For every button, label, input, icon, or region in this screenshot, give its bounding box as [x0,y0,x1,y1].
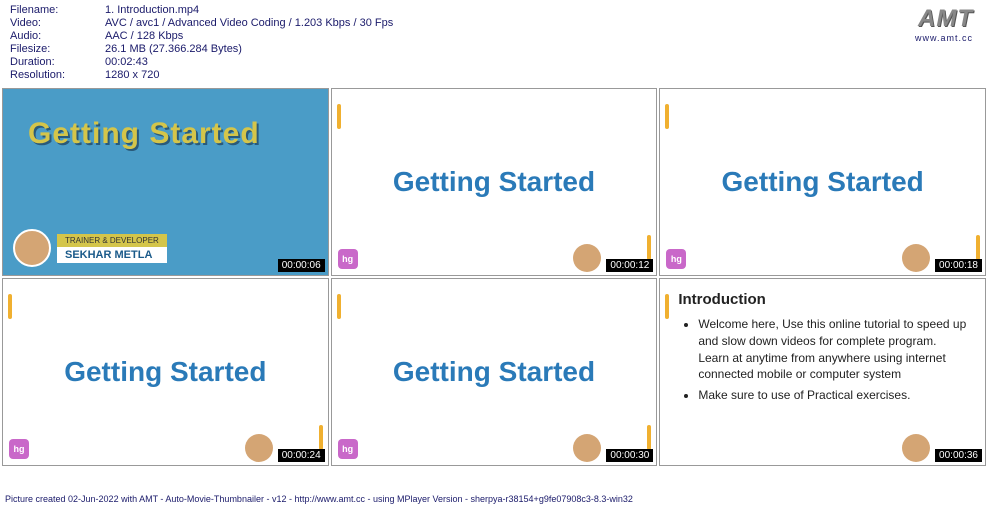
accent-icon [665,104,669,129]
avatar-icon [902,434,930,462]
thumbnail-grid: Getting Started TRAINER & DEVELOPER SEKH… [0,86,988,468]
accent-icon [8,294,12,319]
audio-label: Audio: [10,30,105,42]
accent-icon [319,425,323,450]
thumbnail-5: Getting Started hg 00:00:30 [331,278,658,466]
slide-title: Getting Started [393,356,595,388]
logo-text: AMT [915,5,973,33]
timestamp-badge: 00:00:36 [935,449,982,462]
accent-icon [976,235,980,260]
video-label: Video: [10,17,105,29]
duration-label: Duration: [10,56,105,68]
avatar-icon [13,229,51,267]
intro-content: Introduction Welcome here, Use this onli… [660,279,985,420]
timestamp-badge: 00:00:12 [606,259,653,272]
accent-icon [665,294,669,319]
timestamp-badge: 00:00:06 [278,259,325,272]
timestamp-badge: 00:00:18 [935,259,982,272]
slide-title: Getting Started [393,166,595,198]
filename-value: 1. Introduction.mp4 [105,4,199,16]
duration-value: 00:02:43 [105,56,148,68]
accent-icon [337,104,341,129]
video-value: AVC / avc1 / Advanced Video Coding / 1.2… [105,17,393,29]
slide-title: Getting Started [28,117,260,151]
thumbnail-6: Introduction Welcome here, Use this onli… [659,278,986,466]
thumbnail-2: Getting Started hg 00:00:12 [331,88,658,276]
list-item: Make sure to use of Practical exercises. [698,387,967,404]
footer-text: Picture created 02-Jun-2022 with AMT - A… [0,492,988,506]
instructor-name: SEKHAR METLA [57,247,167,263]
slide-title: Getting Started [722,166,924,198]
accent-icon [647,235,651,260]
audio-value: AAC / 128 Kbps [105,30,183,42]
timestamp-badge: 00:00:30 [606,449,653,462]
avatar-icon [245,434,273,462]
list-item: Welcome here, Use this online tutorial t… [698,316,967,383]
amt-logo: AMT www.amt.cc [915,5,973,43]
thumbnail-3: Getting Started hg 00:00:18 [659,88,986,276]
instructor-badge: TRAINER & DEVELOPER SEKHAR METLA [13,229,167,267]
hg-badge-icon: hg [9,439,29,459]
accent-icon [647,425,651,450]
intro-title: Introduction [678,291,967,308]
intro-list: Welcome here, Use this online tutorial t… [698,316,967,404]
thumbnail-4: Getting Started hg 00:00:24 [2,278,329,466]
logo-url: www.amt.cc [915,33,973,43]
metadata-header: Filename:1. Introduction.mp4 Video:AVC /… [0,0,988,86]
hg-badge-icon: hg [666,249,686,269]
instructor-role: TRAINER & DEVELOPER [57,234,167,247]
hg-badge-icon: hg [338,439,358,459]
slide-title: Getting Started [64,356,266,388]
filesize-label: Filesize: [10,43,105,55]
avatar-icon [902,244,930,272]
filesize-value: 26.1 MB (27.366.284 Bytes) [105,43,242,55]
hg-badge-icon: hg [338,249,358,269]
filename-label: Filename: [10,4,105,16]
resolution-label: Resolution: [10,69,105,81]
thumbnail-1: Getting Started TRAINER & DEVELOPER SEKH… [2,88,329,276]
resolution-value: 1280 x 720 [105,69,159,81]
timestamp-badge: 00:00:24 [278,449,325,462]
accent-icon [337,294,341,319]
